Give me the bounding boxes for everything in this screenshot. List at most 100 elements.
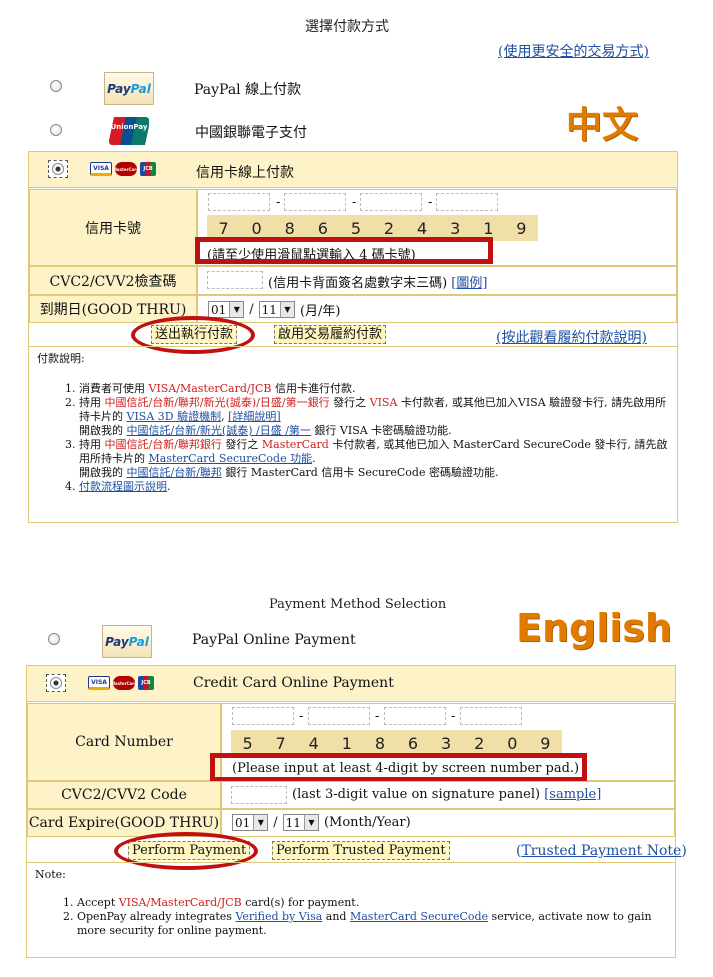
zh-language-label: 中文 — [566, 105, 639, 146]
zh-flow-link[interactable]: 付款流程圖示說明 — [79, 480, 167, 493]
zh-pad-key[interactable]: 8 — [285, 219, 295, 238]
en-notes-list: Accept VISA/MasterCard/JCB card(s) for p… — [35, 896, 669, 938]
en-card-input-4[interactable] — [460, 707, 522, 725]
en-cvc-hint: (last 3-digit value on signature panel) — [292, 787, 541, 802]
en-card-input-1[interactable] — [232, 707, 294, 725]
en-pad-key[interactable]: 6 — [408, 734, 418, 753]
en-dash: - — [375, 709, 380, 724]
zh-paypal-radio[interactable] — [50, 80, 62, 92]
en-securecode-link[interactable]: MasterCard SecureCode — [350, 910, 488, 923]
zh-cvc-input[interactable] — [207, 271, 263, 289]
unionpay-logo-icon: UnionPay — [109, 117, 149, 145]
zh-pad-key[interactable]: 3 — [450, 219, 460, 238]
paypal-logo-b: Pal — [128, 634, 149, 649]
paypal-logo-b: Pal — [130, 81, 151, 96]
zh-card-input-4[interactable] — [436, 193, 498, 211]
en-pad-key[interactable]: 0 — [507, 734, 517, 753]
zh-credit-radio[interactable] — [48, 160, 68, 178]
zh-pad-key[interactable]: 6 — [318, 219, 328, 238]
zh-card-input-3[interactable] — [360, 193, 422, 211]
zh-page-title: 選擇付款方式 — [305, 19, 389, 35]
zh-notes-title: 付款說明: — [37, 352, 85, 365]
en-pad-key[interactable]: 4 — [309, 734, 319, 753]
en-notes-title: Note: — [35, 868, 66, 881]
zh-pad-key[interactable]: 5 — [351, 219, 361, 238]
en-trusted-pay-button[interactable]: Perform Trusted Payment — [272, 841, 450, 860]
zh-pad-key[interactable]: 1 — [483, 219, 493, 238]
zh-cvc-label: CVC2/CVV2檢查碼 — [29, 266, 197, 295]
en-pad-key[interactable]: 2 — [474, 734, 484, 753]
en-credit-label: Credit Card Online Payment — [193, 675, 394, 691]
en-credit-radio[interactable] — [46, 674, 66, 692]
jcb-icon: JCB — [138, 676, 154, 690]
en-cvc-sample-link[interactable]: [sample] — [544, 787, 601, 802]
card-brands-icon: VISA MasterCard JCB — [90, 162, 156, 176]
zh-pad-key[interactable]: 4 — [417, 219, 427, 238]
en-vbv-link[interactable]: Verified by Visa — [235, 910, 322, 923]
en-language-label: English — [516, 606, 672, 650]
en-pad-key[interactable]: 9 — [540, 734, 550, 753]
zh-notes: 付款說明: 消費者可使用 VISA/MasterCard/JCB 信用卡進行付款… — [37, 352, 673, 494]
zh-pad-hint-highlight — [195, 237, 493, 264]
zh-mc-bank-links[interactable]: 中國信託/台新/聯邦 — [127, 466, 222, 479]
zh-year-select[interactable]: 11 ▼ — [258, 301, 295, 318]
chevron-down-icon: ▼ — [253, 815, 268, 830]
en-trusted-note-link[interactable]: Trusted Payment Note — [521, 843, 681, 859]
zh-slash: / — [249, 302, 254, 317]
chevron-down-icon: ▼ — [229, 302, 244, 317]
zh-detail-link[interactable]: [詳細說明] — [228, 410, 281, 423]
zh-notes-divider — [29, 346, 677, 347]
zh-card-input-2[interactable] — [284, 193, 346, 211]
zh-expiry-suffix: (月/年) — [299, 304, 341, 319]
zh-pad-key[interactable]: 0 — [252, 219, 262, 238]
en-cvc-input[interactable] — [231, 786, 287, 804]
paypal-logo-icon: Pay Pal — [102, 625, 152, 658]
en-trusted-note: (Trusted Payment Note) — [516, 843, 687, 859]
chevron-down-icon: ▼ — [303, 815, 318, 830]
en-pad-key[interactable]: 7 — [276, 734, 286, 753]
en-pad-key[interactable]: 8 — [375, 734, 385, 753]
zh-dash: - — [428, 195, 433, 210]
zh-securecode-link[interactable]: MasterCard SecureCode 功能 — [149, 452, 313, 465]
en-pad-key[interactable]: 5 — [242, 734, 252, 753]
zh-note-item: 消費者可使用 VISA/MasterCard/JCB 信用卡進行付款. — [79, 382, 673, 396]
zh-pad-key[interactable]: 2 — [384, 219, 394, 238]
zh-pad-key[interactable]: 9 — [516, 219, 526, 238]
en-page-title: Payment Method Selection — [269, 597, 447, 612]
zh-unionpay-radio[interactable] — [50, 124, 62, 136]
zh-trusted-note-link[interactable]: (按此觀看履約付款說明) — [496, 327, 647, 347]
zh-paypal-label: PayPal 線上付款 — [194, 82, 302, 98]
zh-secure-link[interactable]: (使用更安全的交易方式) — [498, 41, 649, 61]
zh-bank-links[interactable]: 中國信託/台新/新光(誠泰) /日盛 /第一 — [127, 424, 311, 437]
en-notes: Note: Accept VISA/MasterCard/JCB card(s)… — [35, 868, 669, 938]
visa-icon: VISA — [88, 676, 110, 690]
en-year-select[interactable]: 11 ▼ — [282, 814, 319, 831]
en-pad-key[interactable]: 3 — [441, 734, 451, 753]
en-month-select[interactable]: 01 ▼ — [232, 814, 269, 831]
en-pay-button-highlight — [114, 832, 258, 870]
en-paypal-radio[interactable] — [48, 633, 60, 645]
en-card-input-3[interactable] — [384, 707, 446, 725]
en-pad-key[interactable]: 1 — [342, 734, 352, 753]
zh-card-input-1[interactable] — [208, 193, 270, 211]
en-month-value: 01 — [235, 815, 251, 830]
en-card-input-2[interactable] — [308, 707, 370, 725]
zh-trusted-pay-button[interactable]: 啟用交易履約付款 — [274, 325, 387, 344]
en-cvc-label: CVC2/CVV2 Code — [27, 781, 221, 809]
zh-dash: - — [352, 195, 357, 210]
mastercard-icon: MasterCard — [111, 676, 137, 690]
zh-cvc-hint: (信用卡背面簽名處數字末三碼) — [268, 276, 448, 291]
zh-credit-label: 信用卡線上付款 — [196, 165, 294, 181]
en-expiry-selects: 01 ▼ / 11 ▼ (Month/Year) — [232, 814, 411, 831]
en-card-number-label: Card Number — [27, 703, 221, 781]
zh-note-item: 持用 中國信託/台新/聯邦/新光(誠泰)/日盛/第一銀行 發行之 VISA 卡付… — [79, 396, 673, 438]
zh-pad-key[interactable]: 7 — [218, 219, 228, 238]
zh-month-select[interactable]: 01 ▼ — [208, 301, 245, 318]
paypal-logo-a: Pay — [105, 634, 129, 649]
zh-visa-3d-link[interactable]: VISA 3D 驗證機制 — [127, 410, 222, 423]
en-note-item: OpenPay already integrates Verified by V… — [77, 910, 669, 938]
zh-cvc-sample-link[interactable]: [圖例] — [451, 276, 487, 291]
jcb-icon: JCB — [140, 162, 156, 176]
zh-notes-list: 消費者可使用 VISA/MasterCard/JCB 信用卡進行付款. 持用 中… — [37, 382, 673, 494]
en-pad-hint-highlight — [210, 753, 587, 782]
